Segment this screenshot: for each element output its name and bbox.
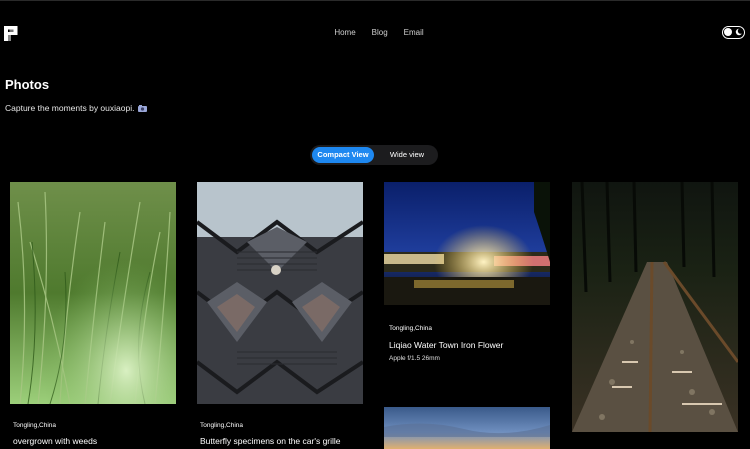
photo-location: Tongling,China — [13, 422, 57, 429]
subtitle-text: Capture the moments by ouxiaopi. — [5, 103, 135, 113]
photo-overgrown-weeds — [10, 182, 176, 404]
photo-card[interactable]: Tongling,China Butterfly specimens on th… — [197, 182, 363, 449]
toggle-knob — [724, 28, 732, 36]
photo-sunset — [384, 407, 550, 449]
theme-toggle[interactable] — [722, 26, 745, 39]
top-nav: Home Blog Email — [0, 28, 750, 37]
view-switch: Compact View Wide view — [310, 145, 438, 165]
photo-exif: Apple f/1.5 26mm — [389, 355, 440, 362]
photo-iron-flower — [384, 182, 550, 305]
nav-blog[interactable]: Blog — [372, 28, 388, 37]
photo-title: Liqiao Water Town Iron Flower — [389, 340, 504, 350]
page-title: Photos — [5, 77, 50, 92]
nav-home[interactable]: Home — [334, 28, 355, 37]
photo-title: Butterfly specimens on the car's grille — [200, 436, 341, 446]
moon-icon — [735, 28, 743, 36]
camera-emoji-icon — [138, 104, 148, 112]
top-divider — [0, 0, 750, 1]
photo-railway — [572, 182, 738, 432]
nav-email[interactable]: Email — [404, 28, 424, 37]
page-subtitle: Capture the moments by ouxiaopi. — [5, 103, 148, 113]
photo-card[interactable] — [384, 407, 550, 449]
photo-location: Tongling,China — [389, 325, 433, 332]
photo-card[interactable]: Tongling,China Liqiao Water Town Iron Fl… — [384, 182, 550, 402]
wide-view-button[interactable]: Wide view — [378, 147, 436, 163]
compact-view-button[interactable]: Compact View — [312, 147, 374, 163]
photo-card[interactable]: Tongling,China overgrown with weeds — [10, 182, 176, 449]
photo-card[interactable] — [572, 182, 738, 432]
photo-title: overgrown with weeds — [13, 436, 98, 446]
photo-butterfly-grille — [197, 182, 363, 404]
photo-location: Tongling,China — [200, 422, 244, 429]
